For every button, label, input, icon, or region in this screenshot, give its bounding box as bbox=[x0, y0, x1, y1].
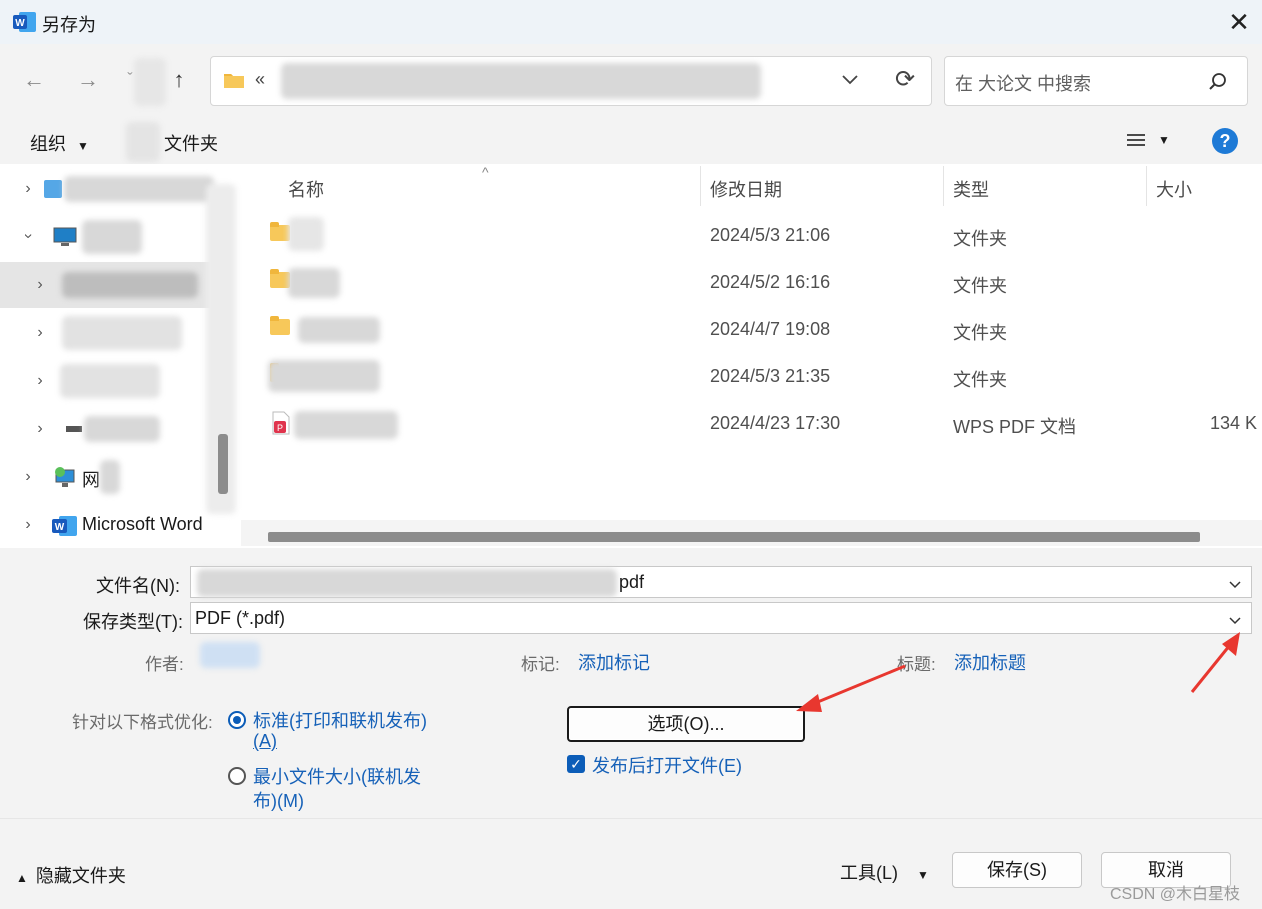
annotation-arrow-to-options bbox=[807, 664, 906, 708]
annotation-arrowhead-options bbox=[796, 694, 822, 712]
annotation-arrows bbox=[796, 632, 1240, 712]
